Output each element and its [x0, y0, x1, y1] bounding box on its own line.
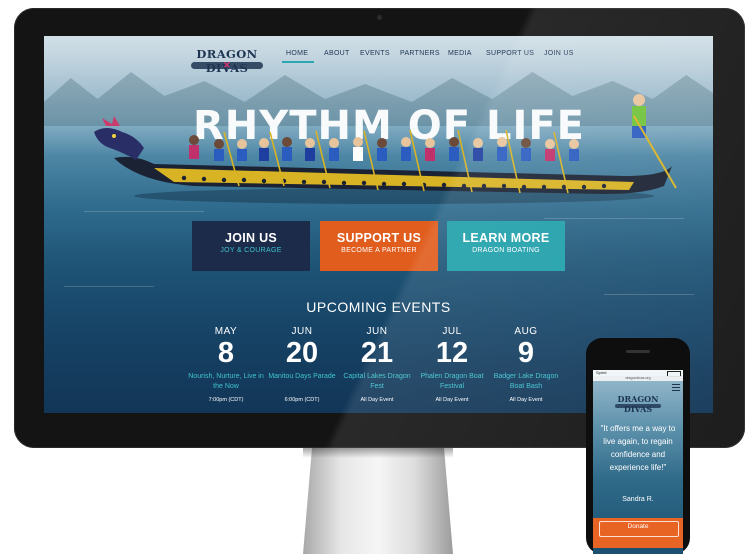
event-name[interactable]: Manitou Days Parade: [262, 372, 342, 382]
join-us-button-bg: [192, 221, 310, 271]
support-us-button-subtitle: BECOME A PARTNER: [341, 247, 417, 254]
event-time: All Day Event: [360, 397, 394, 403]
event-name[interactable]: Capital Lakes Dragon Fest: [337, 372, 417, 391]
testimonial-author: Sandra R.: [622, 496, 654, 503]
donate-button-label: Donate: [627, 523, 649, 530]
event-day: 8: [217, 337, 235, 369]
dragon-boat-image: [94, 94, 677, 204]
join-us-button[interactable]: JOIN US JOY & COURAGE: [192, 221, 310, 271]
support-us-button-title: SUPPORT US: [336, 231, 422, 245]
learn-more-button[interactable]: LEARN MORE DRAGON BOATING: [447, 221, 565, 271]
event-time: 7:00pm (CDT): [208, 397, 244, 403]
hamburger-icon[interactable]: [672, 384, 680, 392]
camera-icon: [377, 15, 382, 20]
testimonial-quote: "It offers me a way to live again, to re…: [600, 424, 676, 472]
upcoming-events-heading: UPCOMING EVENTS: [306, 299, 451, 315]
event-day: 21: [360, 337, 394, 369]
water-glint: [64, 286, 154, 287]
event-name[interactable]: Phalen Dragon Boat Festival: [412, 372, 492, 391]
learn-more-button-subtitle: DRAGON BOATING: [472, 247, 540, 254]
phone-carrier: Sprint: [596, 370, 607, 375]
stand-shadow: [303, 448, 453, 458]
event-name[interactable]: Badger Lake Dragon Boat Bash: [486, 372, 566, 391]
join-us-button-subtitle: JOY & COURAGE: [220, 247, 282, 254]
event-time: All Day Event: [509, 397, 543, 403]
phone-url-text: dragondivas.org: [625, 376, 651, 380]
learn-more-button-title: LEARN MORE: [462, 231, 550, 245]
event-day: 12: [435, 337, 469, 369]
event-time: All Day Event: [435, 397, 469, 403]
event-day: 9: [517, 337, 535, 369]
phone-screen: Sprint dragondivas.org DRAGON DIVAS "It …: [593, 370, 683, 554]
phone-speaker: [626, 350, 650, 353]
phone-logo-ribbon: [615, 404, 661, 408]
event-day: 20: [285, 337, 319, 369]
support-us-button-bg: [320, 221, 438, 271]
event-name[interactable]: Nourish, Nurture, Live in the Now: [186, 372, 266, 391]
monitor-stand: [303, 448, 453, 554]
event-time: 6:00pm (CDT): [284, 397, 320, 403]
support-us-button[interactable]: SUPPORT US BECOME A PARTNER: [320, 221, 438, 271]
join-us-button-title: JOIN US: [224, 231, 278, 245]
learn-more-button-bg: [447, 221, 565, 271]
water-glint: [604, 294, 694, 295]
